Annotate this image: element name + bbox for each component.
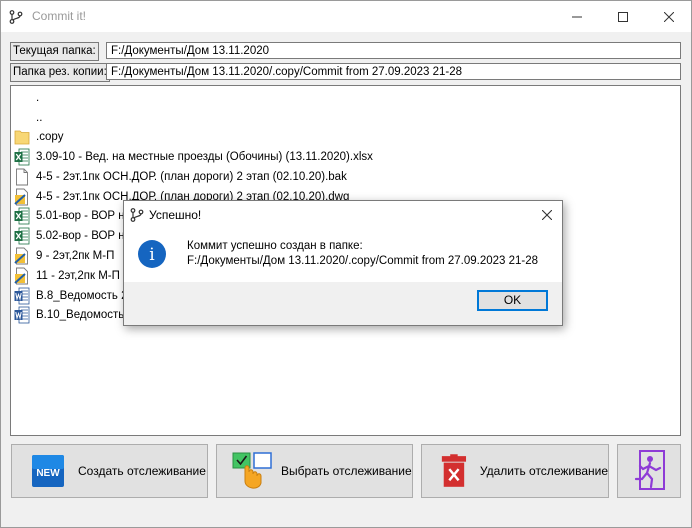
blank-icon	[14, 109, 30, 127]
svg-text:NEW: NEW	[36, 468, 60, 479]
file-name: ..	[36, 112, 43, 124]
delete-tracking-label: Удалить отслеживание	[479, 464, 608, 478]
dialog-title-bar[interactable]: Успешно!	[124, 201, 562, 229]
file-name: В.8_Ведомость 2	[36, 290, 128, 302]
minimize-button[interactable]	[554, 1, 600, 32]
backup-folder-label: Папка рез. копии:	[10, 63, 110, 82]
maximize-icon	[618, 11, 628, 22]
file-name: .	[36, 92, 40, 104]
new-badge-icon: NEW	[32, 455, 64, 487]
excel-icon	[14, 227, 30, 245]
dialog-title: Успешно!	[149, 208, 202, 222]
delete-icon	[441, 454, 467, 487]
list-item[interactable]: 4-5 - 2эт.1пк ОСН.ДОР. (план дороги) 2 э…	[14, 167, 347, 187]
word-icon	[14, 287, 30, 305]
select-hand-icon	[232, 452, 272, 489]
current-folder-field[interactable]: F:/Документы/Дом 13.11.2020	[106, 42, 681, 59]
backup-folder-field[interactable]: F:/Документы/Дом 13.11.2020/.copy/Commit…	[106, 63, 681, 80]
git-branch-icon	[9, 10, 23, 24]
git-branch-icon	[130, 208, 144, 222]
file-name: 4-5 - 2эт.1пк ОСН.ДОР. (план дороги) 2 э…	[36, 171, 347, 183]
file-name: 11 - 2эт,2пк М-П	[36, 270, 120, 282]
info-icon: i	[138, 240, 166, 268]
main-window: Commit it! Текущая папка: F:/Документы/Д…	[0, 0, 692, 528]
dwg-icon	[14, 188, 28, 206]
create-tracking-button[interactable]: NEW Создать отслеживание	[11, 444, 208, 498]
folder-icon	[14, 130, 30, 145]
dialog-message-line2: F:/Документы/Дом 13.11.2020/.copy/Commit…	[187, 255, 539, 267]
excel-icon	[14, 148, 30, 166]
success-dialog: Успешно! i Коммит успешно создан в папке…	[123, 200, 563, 326]
ok-button[interactable]: OK	[477, 290, 548, 311]
minimize-icon	[572, 16, 582, 17]
list-item[interactable]: .copy	[14, 127, 64, 147]
maximize-button[interactable]	[600, 1, 646, 32]
file-name: 5.01-вор - ВОР н	[36, 210, 125, 222]
window-title: Commit it!	[32, 9, 86, 23]
list-item[interactable]: 9 - 2эт,2пк М-П	[14, 246, 114, 266]
blank-icon	[14, 89, 30, 107]
file-icon	[16, 168, 28, 186]
title-bar[interactable]: Commit it!	[1, 1, 691, 32]
select-tracking-button[interactable]: Выбрать отслеживание	[216, 444, 413, 498]
close-icon	[664, 11, 674, 22]
dialog-close-button[interactable]	[532, 201, 562, 229]
dialog-message-line1: Коммит успешно создан в папке:	[187, 240, 363, 252]
file-name: 3.09-10 - Вед. на местные проезды (Обочи…	[36, 151, 373, 163]
list-item[interactable]: В.10_Ведомость	[14, 305, 124, 325]
list-item[interactable]: В.8_Ведомость 2	[14, 286, 127, 306]
list-item[interactable]: 3.09-10 - Вед. на местные проезды (Обочи…	[14, 147, 373, 167]
file-name: 9 - 2эт,2пк М-П	[36, 250, 115, 262]
exit-button[interactable]	[617, 444, 681, 498]
excel-icon	[14, 207, 30, 225]
list-item[interactable]: 5.01-вор - ВОР н	[14, 206, 125, 226]
dialog-body: i Коммит успешно создан в папке: F:/Доку…	[124, 229, 562, 282]
file-name: 5.02-вор - ВОР н	[36, 230, 125, 242]
dwg-icon	[14, 267, 28, 285]
list-item[interactable]: ..	[14, 108, 42, 128]
list-item[interactable]: .	[14, 88, 39, 108]
exit-icon	[634, 450, 665, 490]
word-icon	[14, 306, 30, 324]
select-tracking-label: Выбрать отслеживание	[281, 464, 412, 478]
delete-tracking-button[interactable]: Удалить отслеживание	[421, 444, 609, 498]
file-name: .copy	[36, 131, 64, 143]
list-item[interactable]: 11 - 2эт,2пк М-П	[14, 266, 120, 286]
file-name: В.10_Ведомость	[36, 309, 125, 321]
list-item[interactable]: 5.02-вор - ВОР н	[14, 226, 125, 246]
current-folder-label: Текущая папка:	[10, 42, 99, 61]
close-button[interactable]	[646, 1, 691, 32]
dialog-footer: OK	[124, 282, 562, 325]
close-icon	[542, 210, 552, 220]
create-tracking-label: Создать отслеживание	[78, 464, 206, 478]
dwg-icon	[14, 247, 28, 265]
svg-text:i: i	[149, 245, 155, 265]
